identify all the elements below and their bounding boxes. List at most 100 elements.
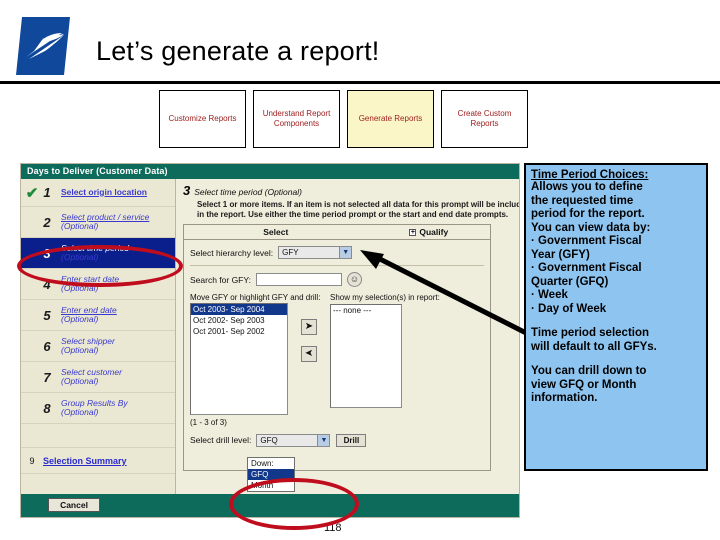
chevron-down-icon[interactable]: ▼: [339, 247, 352, 258]
plus-box-icon[interactable]: +: [409, 229, 417, 237]
step-label: Select origin location: [61, 186, 147, 197]
step-number: 7: [43, 369, 51, 385]
step-title: Select time period (Optional): [194, 187, 302, 197]
title-banner: Let’s generate a report!: [0, 0, 720, 84]
callout-line: view GFQ or Month: [531, 378, 637, 391]
list-item[interactable]: Oct 2002- Sep 2003: [191, 315, 287, 326]
step-number: 5: [43, 307, 51, 323]
step-label: Enter end date (Optional): [61, 304, 117, 324]
callout-line: information.: [531, 392, 598, 404]
step-label: Select customer (Optional): [61, 366, 122, 386]
step-number: 3: [183, 183, 191, 198]
selected-listbox[interactable]: --- none ---: [330, 304, 402, 408]
step-label: Select product / service (Optional): [61, 211, 150, 231]
list-item[interactable]: Oct 2003- Sep 2004: [191, 303, 287, 315]
drill-level-dropdown-menu[interactable]: Down: GFQ Month: [247, 457, 295, 492]
panel-tabbar: Select + Qualify: [184, 225, 490, 240]
tab-qualify-label: Qualify: [419, 227, 449, 237]
menu-item-gfq[interactable]: GFQ: [248, 469, 294, 480]
available-listbox[interactable]: Oct 2003- Sep 2004 Oct 2002- Sep 2003 Oc…: [190, 302, 288, 415]
drill-level-select[interactable]: GFQ ▼: [256, 433, 331, 447]
app-titlebar: Days to Deliver (Customer Data): [21, 164, 519, 179]
step-label: Select shipper (Optional): [61, 335, 115, 355]
arrow-left-icon[interactable]: ➤: [301, 346, 317, 362]
callout-line: will default to all GFYs.: [531, 340, 657, 353]
step-number: 1: [43, 185, 51, 200]
step-number: 4: [43, 276, 51, 292]
callout-box: Time Period Choices: Allows you to defin…: [524, 163, 708, 471]
search-row: Search for GFY: ☺: [184, 266, 490, 287]
sidebar-item-step-2[interactable]: 2 Select product / service (Optional): [21, 207, 175, 238]
sidebar-item-step-3[interactable]: 3 Select time period (Optional): [21, 238, 175, 269]
callout-title: Time Period Choices:: [531, 169, 649, 181]
hierarchy-level-value: GFY: [282, 248, 299, 257]
tab-select[interactable]: Select: [184, 227, 368, 237]
drill-row: Select drill level: GFQ ▼ Drill: [184, 427, 490, 447]
dual-list: Move GFY or highlight GFY and drill: Oct…: [184, 293, 490, 415]
callout-line: · Government Fiscal: [531, 235, 642, 247]
sidebar-item-step-5[interactable]: 5 Enter end date (Optional): [21, 300, 175, 331]
callout-line: · Day of Week: [531, 302, 607, 315]
selected-column: Show my selection(s) in report: --- none…: [330, 293, 440, 408]
callout-line: Time period selection: [531, 327, 650, 339]
menu-item-down[interactable]: Down:: [248, 458, 294, 469]
list-item[interactable]: --- none ---: [331, 305, 401, 316]
step-label: Select time period (Optional): [61, 242, 130, 262]
sidebar-item-step-1[interactable]: ✔ 1 Select origin location: [21, 179, 175, 207]
chevron-down-icon[interactable]: ▼: [317, 434, 330, 446]
search-label: Search for GFY:: [190, 274, 251, 285]
step-number: 2: [43, 214, 51, 230]
sidebar-item-step-4[interactable]: 4 Enter start date (Optional): [21, 269, 175, 300]
callout-line: period for the report.: [531, 208, 645, 220]
search-input[interactable]: [255, 273, 342, 286]
hierarchy-level-row: Select hierarchy level: GFY ▼: [184, 240, 490, 259]
step-number: 3: [43, 245, 51, 261]
list-item[interactable]: Oct 2001- Sep 2002: [191, 326, 287, 337]
tab-qualify[interactable]: + Qualify: [368, 227, 490, 237]
callout-line: Quarter (GFQ): [531, 275, 609, 288]
hierarchy-level-label: Select hierarchy level:: [190, 247, 274, 258]
sidebar-spacer: [21, 424, 175, 448]
callout-line: Year (GFY): [531, 248, 590, 261]
nav-box-customize-reports[interactable]: Customize Reports: [159, 90, 246, 148]
nav-box-understand-report-components[interactable]: Understand Report Components: [253, 90, 340, 148]
callout-line: You can view data by:: [531, 221, 651, 234]
usps-eagle-logo: [16, 17, 70, 75]
selected-list-label: Show my selection(s) in report:: [330, 293, 440, 302]
check-icon: ✔: [25, 184, 39, 202]
step-heading: 3 Select time period (Optional): [183, 183, 515, 198]
selection-summary-label: Selection Summary: [43, 455, 127, 466]
menu-item-month[interactable]: Month: [248, 480, 294, 491]
sidebar-item-step-6[interactable]: 6 Select shipper (Optional): [21, 331, 175, 362]
arrow-right-icon[interactable]: ➤: [301, 319, 317, 335]
nav-box-group: Customize Reports Understand Report Comp…: [159, 90, 528, 148]
step-number: 9: [29, 455, 35, 466]
prompt-panel: Select + Qualify Select hierarchy level: …: [183, 224, 491, 492]
sidebar-item-step-7[interactable]: 7 Select customer (Optional): [21, 362, 175, 393]
content-pane: 3 Select time period (Optional) Select 1…: [177, 179, 520, 496]
drill-level-label: Select drill level:: [190, 435, 252, 445]
nav-box-generate-reports[interactable]: Generate Reports: [347, 90, 434, 148]
step-number: 8: [43, 400, 51, 416]
step-label: Group Results By (Optional): [61, 397, 128, 417]
nav-box-create-custom-reports[interactable]: Create Custom Reports: [441, 90, 528, 148]
instruction-text: Select 1 or more items. If an item is no…: [197, 200, 520, 219]
sidebar-item-step-8[interactable]: 8 Group Results By (Optional): [21, 393, 175, 424]
result-count: (1 - 3 of 3): [190, 417, 227, 427]
hierarchy-level-select[interactable]: GFY ▼: [278, 246, 353, 259]
drill-button[interactable]: Drill: [336, 433, 367, 447]
sidebar-item-selection-summary[interactable]: 9 Selection Summary: [21, 448, 175, 474]
step-number: 6: [43, 338, 51, 354]
callout-line: · Government Fiscal: [531, 262, 642, 274]
steps-sidebar: ✔ 1 Select origin location 2 Select prod…: [21, 179, 176, 496]
drill-level-value: GFQ: [260, 435, 278, 445]
cancel-button[interactable]: Cancel: [48, 498, 100, 512]
app-footer: Cancel: [21, 494, 519, 517]
page-title: Let’s generate a report!: [96, 36, 380, 66]
callout-line: · Week: [531, 289, 568, 301]
callout-line: You can drill down to: [531, 365, 647, 377]
callout-line: the requested time: [531, 194, 634, 207]
search-person-icon[interactable]: ☺: [346, 272, 362, 287]
